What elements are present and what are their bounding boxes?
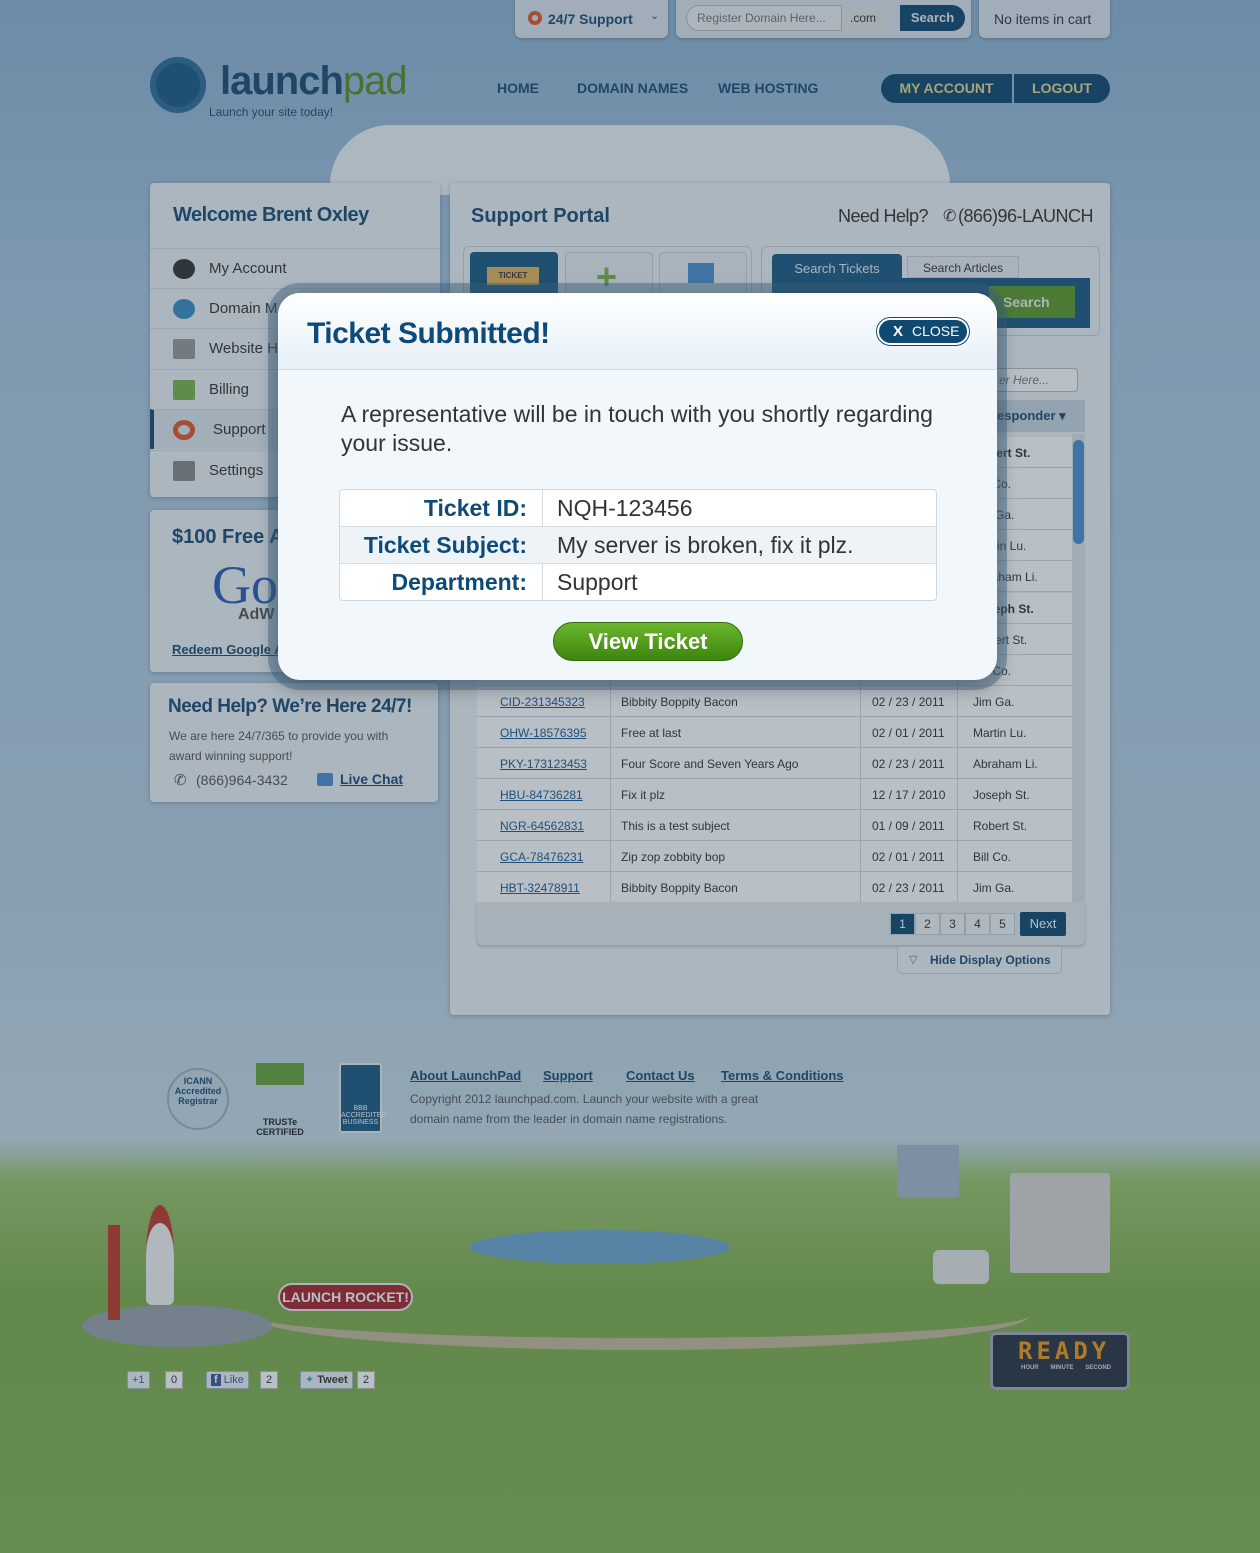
field-label: Department: bbox=[391, 569, 527, 595]
ticket-subject-row: Ticket Subject: My server is broken, fix … bbox=[340, 527, 936, 564]
department-row: Department: Support bbox=[340, 564, 936, 600]
view-ticket-button[interactable]: View Ticket bbox=[553, 622, 743, 661]
department-value: Support bbox=[557, 569, 638, 595]
close-button[interactable]: X CLOSE bbox=[877, 318, 969, 345]
modal-title: Ticket Submitted! bbox=[307, 317, 550, 350]
ticket-subject-value: My server is broken, fix it plz. bbox=[557, 532, 854, 558]
ticket-submitted-modal: Ticket Submitted! X CLOSE A representati… bbox=[278, 293, 997, 680]
close-label: CLOSE bbox=[912, 323, 960, 339]
ticket-id-value: NQH-123456 bbox=[557, 495, 693, 521]
field-label: Ticket ID: bbox=[423, 495, 527, 521]
close-icon: X bbox=[893, 323, 904, 340]
modal-backdrop[interactable] bbox=[0, 0, 1260, 1553]
ticket-id-row: Ticket ID: NQH-123456 bbox=[340, 490, 936, 527]
ticket-details: Ticket ID: NQH-123456 Ticket Subject: My s… bbox=[339, 489, 937, 601]
modal-message: A representative will be in touch with y… bbox=[341, 401, 933, 456]
field-label: Ticket Subject: bbox=[363, 532, 527, 558]
